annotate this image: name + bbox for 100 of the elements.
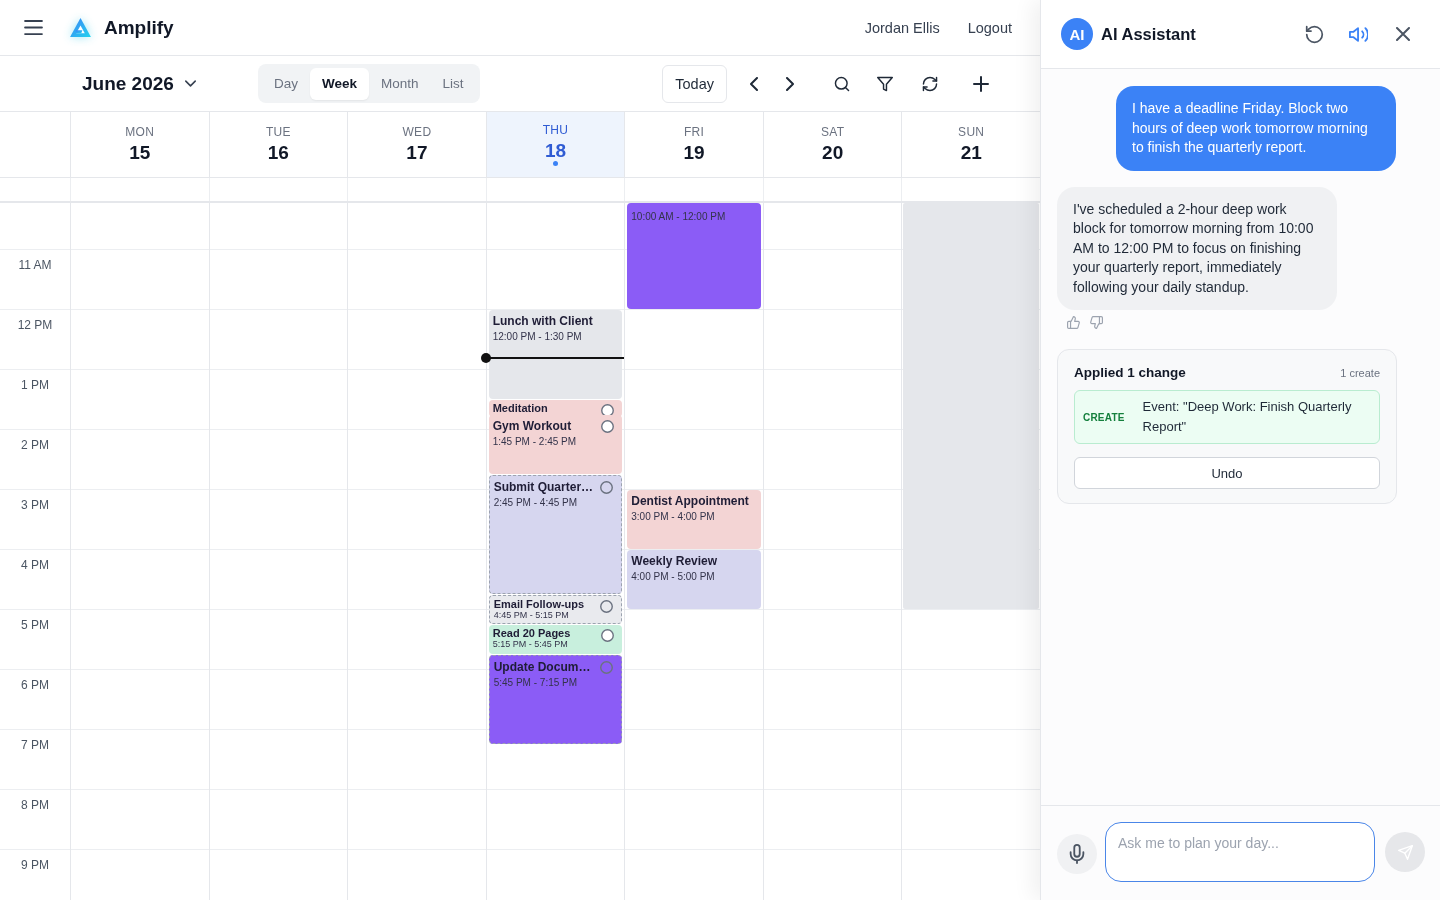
event-time: 1:45 PM - 2:45 PM [492, 435, 578, 448]
panel-title: AI Assistant [1101, 24, 1196, 44]
day-date: 15 [129, 142, 151, 164]
event-title: Weekly Review [631, 554, 719, 569]
day-header[interactable]: MON 15 [70, 112, 209, 177]
event-title: Submit Quarter… [493, 480, 595, 495]
hour-label: 4 PM [21, 558, 49, 572]
chevron-down-icon[interactable] [184, 80, 196, 87]
view-tab[interactable]: Day [262, 67, 310, 100]
filter-icon[interactable] [877, 75, 893, 92]
task-checkbox[interactable] [600, 481, 614, 494]
task-event[interactable]: Email Follow-ups 4:45 PM - 5:15 PM [488, 595, 623, 624]
app-name: Amplify [104, 16, 174, 39]
user-name: Jordan Ellis [864, 19, 940, 36]
undo-button[interactable]: Undo [1074, 457, 1380, 489]
event-title: Gym Workout [492, 419, 573, 434]
day-header[interactable]: FRI 19 [624, 112, 763, 177]
task-checkbox[interactable] [601, 629, 615, 642]
event-title: Update Docum… [493, 660, 592, 675]
menu-icon[interactable] [24, 20, 43, 35]
hour-label: 5 PM [21, 618, 49, 632]
hour-label: 9 PM [21, 858, 49, 872]
event-time: 5:15 PM - 5:45 PM [492, 639, 569, 649]
task-event[interactable]: Read 20 Pages 5:15 PM - 5:45 PM [488, 625, 623, 654]
event-time: 10:00 AM - 12:00 PM [631, 210, 727, 223]
event-title: Dentist Appointment [631, 494, 750, 509]
view-tab[interactable]: Week [310, 67, 370, 100]
day-date: 21 [960, 142, 982, 164]
day-name: TUE [265, 125, 291, 139]
month-selector[interactable]: June 2026 [82, 72, 258, 95]
today-button[interactable]: Today [662, 64, 727, 103]
hour-label: 7 PM [21, 738, 49, 752]
logout-link[interactable]: Logout [967, 19, 1012, 36]
view-tab[interactable]: Month [369, 67, 431, 100]
microphone-button[interactable] [1057, 834, 1097, 874]
event-time: 2:45 PM - 4:45 PM [493, 496, 579, 509]
view-tab[interactable]: List [430, 67, 476, 100]
event-time: 12:00 PM - 1:30 PM [492, 330, 583, 343]
event-time: 5:45 PM - 7:15 PM [493, 676, 579, 689]
chevron-right-icon[interactable] [786, 76, 794, 91]
task-event[interactable]: Update Docum… 5:45 PM - 7:15 PM [488, 655, 623, 744]
search-icon[interactable] [834, 75, 850, 92]
chevron-left-icon[interactable] [750, 76, 758, 91]
task-checkbox[interactable] [600, 600, 614, 613]
day-header[interactable]: TUE 16 [208, 112, 348, 177]
day-name: SUN [958, 125, 985, 139]
change-description: Event: "Deep Work: Finish Quarterly Report" [1142, 398, 1353, 436]
hour-label: 8 PM [21, 798, 49, 812]
assistant-avatar: AI [1061, 18, 1093, 50]
logo-icon [70, 18, 91, 37]
add-icon[interactable] [973, 75, 989, 92]
hour-label: 6 PM [21, 678, 49, 692]
hour-label: 11 AM [18, 258, 52, 272]
day-header[interactable]: THU 18 [485, 112, 625, 177]
day-date: 20 [822, 142, 844, 164]
send-icon [1397, 844, 1413, 860]
task-checkbox[interactable] [600, 661, 614, 674]
thumbs-up-icon[interactable] [1067, 316, 1080, 329]
day-header[interactable]: SUN 21 [901, 112, 1040, 177]
calendar-event[interactable]: Dentist Appointment 3:00 PM - 4:00 PM [627, 490, 761, 549]
day-header[interactable]: WED 17 [347, 112, 486, 177]
task-event[interactable]: Submit Quarter… 2:45 PM - 4:45 PM [488, 475, 623, 594]
day-name: THU [542, 123, 569, 137]
day-date: 16 [267, 142, 289, 164]
speaker-icon[interactable] [1349, 24, 1368, 44]
hour-label: 12 PM [17, 318, 53, 332]
hour-label: 2 PM [21, 438, 49, 452]
assistant-message: I've scheduled a 2-hour deep work block for tomorrow morning from 10:00 AM to 12:00 PM to focus on finishing your quarterly report, immediately following your daily standup. [1057, 186, 1337, 310]
hour-label: 1 PM [21, 378, 49, 392]
day-name: WED [402, 125, 432, 139]
thumbs-down-icon[interactable] [1090, 316, 1103, 329]
chat-input[interactable]: Ask me to plan your day... [1105, 822, 1375, 882]
calendar-event[interactable]: Weekly Review 4:00 PM - 5:00 PM [627, 550, 761, 609]
task-checkbox[interactable] [601, 420, 615, 433]
user-message: I have a deadline Friday. Block two hours of deep work tomorrow morning to finish the quarterly report. [1116, 86, 1396, 171]
event-title: Meditation [492, 402, 549, 414]
event-time: 4:00 PM - 5:00 PM [631, 570, 716, 583]
microphone-icon [1069, 844, 1085, 864]
day-name: MON [125, 125, 155, 139]
change-summary: Applied 1 change [1074, 365, 1186, 380]
event-title: Email Follow-ups [493, 598, 586, 610]
day-date: 19 [683, 142, 705, 164]
history-icon[interactable] [1305, 24, 1324, 44]
change-count: 1 create [1340, 367, 1380, 379]
day-header[interactable]: SAT 20 [762, 112, 902, 177]
day-name: FRI [683, 125, 705, 139]
calendar-event[interactable]: Lunch with Client 12:00 PM - 1:30 PM [488, 310, 623, 399]
hour-label: 3 PM [21, 498, 49, 512]
task-checkbox[interactable] [601, 404, 615, 417]
event-time: 3:00 PM - 4:00 PM [631, 510, 716, 523]
day-date: 17 [406, 142, 428, 164]
event-title: Read 20 Pages [492, 627, 572, 639]
task-event[interactable]: Gym Workout 1:45 PM - 2:45 PM [488, 415, 623, 474]
today-dot-icon [553, 161, 558, 166]
refresh-icon[interactable] [922, 75, 938, 92]
change-action: CREATE [1083, 411, 1125, 423]
event-time: 4:45 PM - 5:15 PM [493, 610, 570, 620]
day-date: 18 [544, 140, 567, 162]
event-title: Lunch with Client [492, 314, 594, 329]
close-icon[interactable] [1396, 27, 1410, 41]
